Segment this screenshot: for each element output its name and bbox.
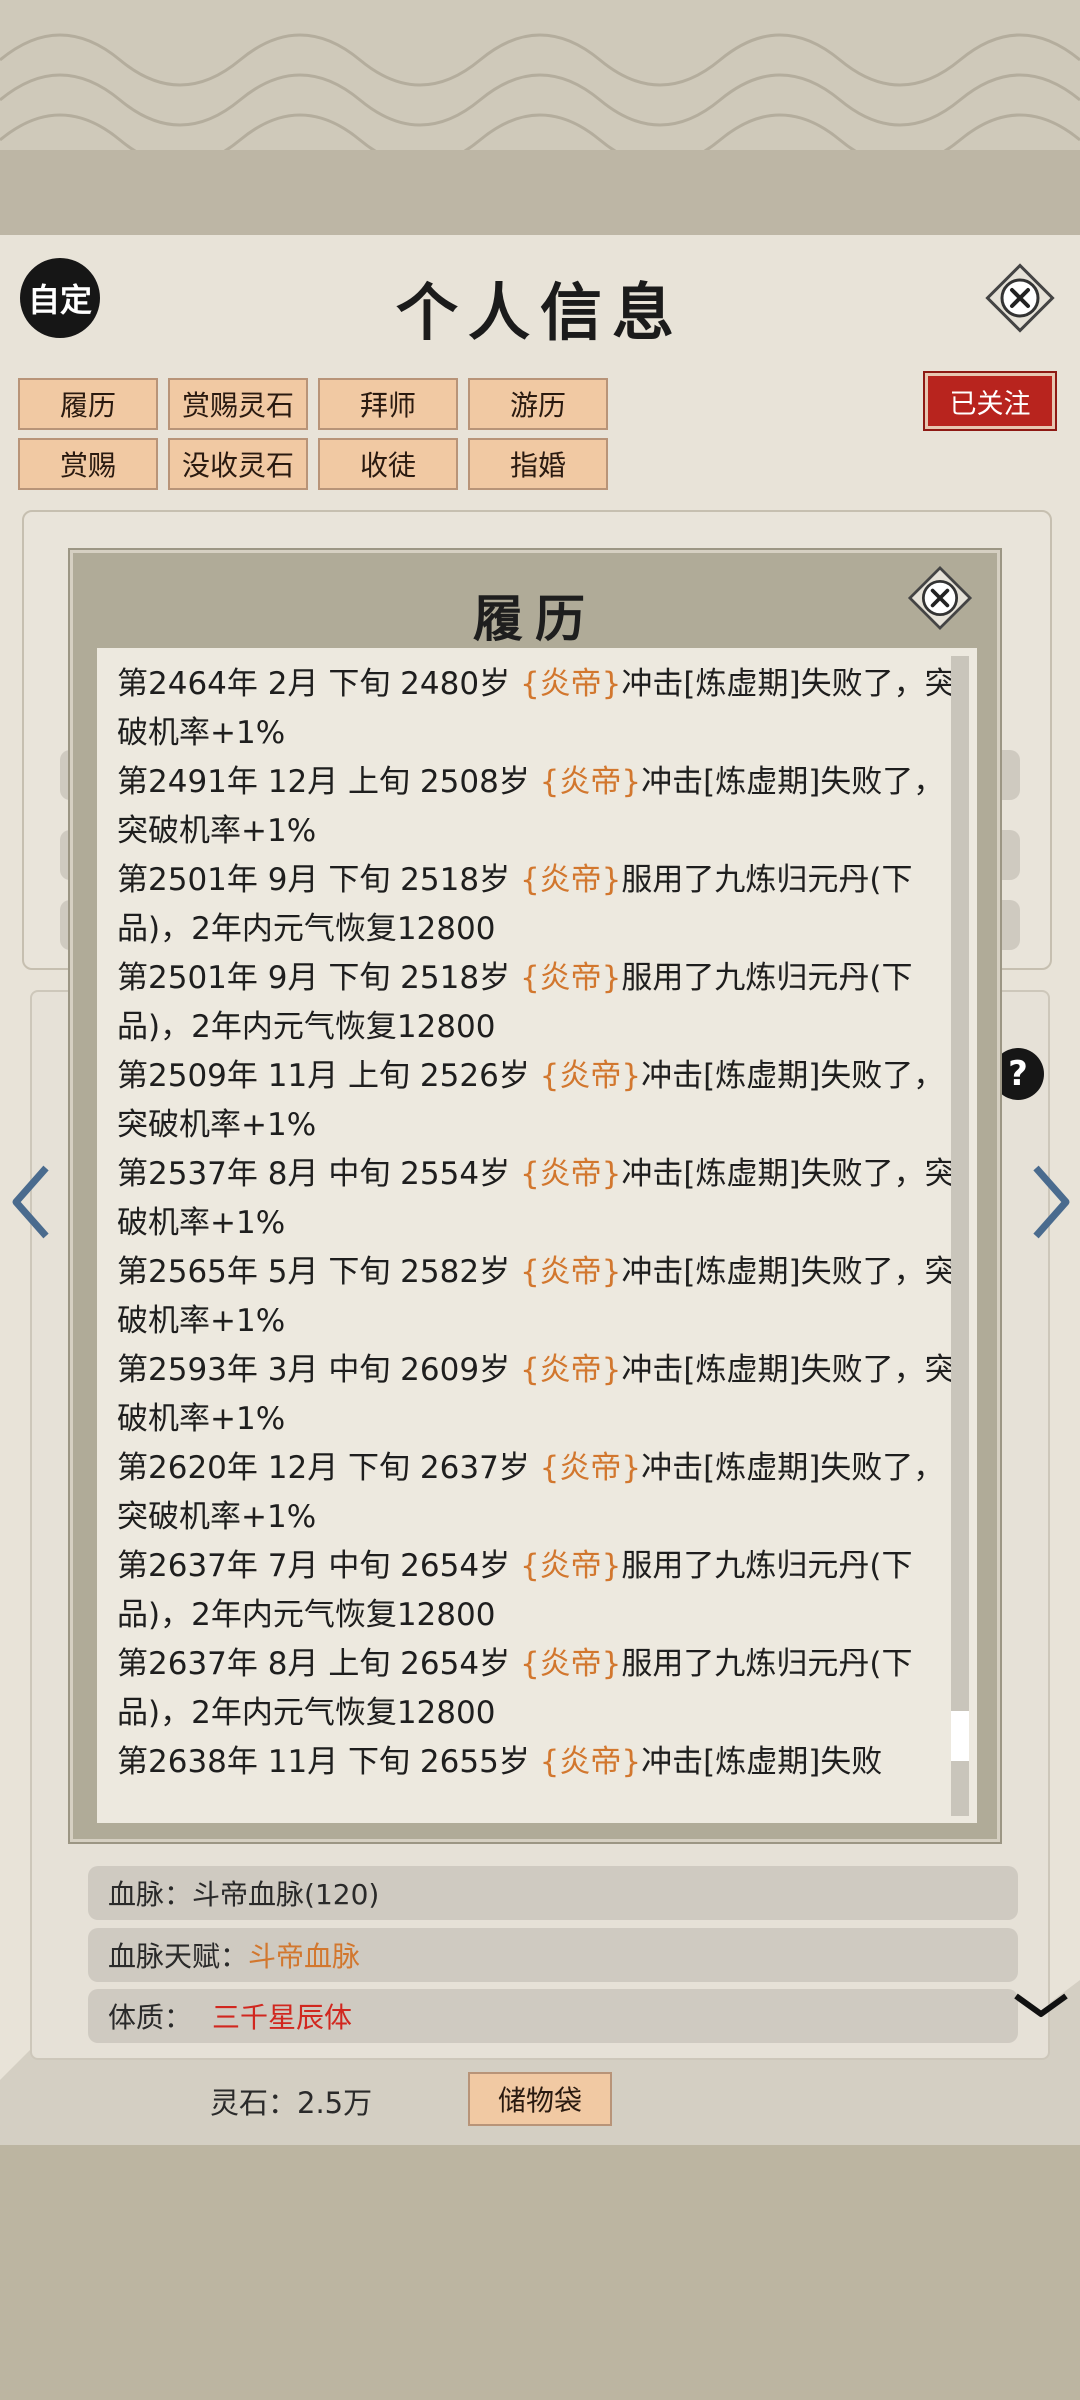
history-entry: 第2464年 2月 下旬 2480岁 {炎帝}冲击[炼虚期]失败了，突破机率+1… bbox=[117, 660, 957, 758]
history-entry: 第2593年 3月 中旬 2609岁 {炎帝}冲击[炼虚期]失败了，突破机率+1… bbox=[117, 1346, 957, 1444]
arrange-marriage-button[interactable]: 指婚 bbox=[468, 438, 608, 490]
history-entry: 第2620年 12月 下旬 2637岁 {炎帝}冲击[炼虚期]失败了，突破机率+… bbox=[117, 1444, 957, 1542]
history-entry-who: {炎帝} bbox=[519, 1156, 622, 1192]
history-entry-who: {炎帝} bbox=[539, 1058, 642, 1094]
travel-button[interactable]: 游历 bbox=[468, 378, 608, 430]
history-entry-who: {炎帝} bbox=[519, 1352, 622, 1388]
history-entry-post: 冲击[炼虚期]失败 bbox=[641, 1744, 883, 1780]
arrange-marriage-label: 指婚 bbox=[509, 449, 566, 482]
apprentice-button[interactable]: 拜师 bbox=[318, 378, 458, 430]
apprentice-label: 拜师 bbox=[359, 389, 416, 422]
history-entry: 第2565年 5月 下旬 2582岁 {炎帝}冲击[炼虚期]失败了，突破机率+1… bbox=[117, 1248, 957, 1346]
bloodline-talent-label: 血脉天赋： bbox=[108, 1940, 249, 1973]
history-entry-who: {炎帝} bbox=[519, 1646, 622, 1682]
history-entry-pre: 第2501年 9月 下旬 2518岁 bbox=[117, 960, 520, 996]
history-entry-pre: 第2638年 11月 下旬 2655岁 bbox=[117, 1744, 540, 1780]
history-button[interactable]: 履历 bbox=[18, 378, 158, 430]
reward-button[interactable]: 赏赐 bbox=[18, 438, 158, 490]
history-entry: 第2501年 9月 下旬 2518岁 {炎帝}服用了九炼归元丹(下品)，2年内元… bbox=[117, 954, 957, 1052]
history-entry-pre: 第2509年 11月 上旬 2526岁 bbox=[117, 1058, 540, 1094]
history-entry: 第2637年 8月 上旬 2654岁 {炎帝}服用了九炼归元丹(下品)，2年内元… bbox=[117, 1640, 957, 1738]
bloodline-talent-value[interactable]: 斗帝血脉 bbox=[248, 1935, 360, 1975]
chevron-left-icon[interactable] bbox=[8, 1162, 54, 1242]
chevron-right-icon[interactable] bbox=[1028, 1162, 1074, 1242]
history-entry: 第2491年 12月 上旬 2508岁 {炎帝}冲击[炼虚期]失败了，突破机率+… bbox=[117, 758, 957, 856]
scrollbar-thumb[interactable] bbox=[951, 1711, 969, 1761]
bottom-band bbox=[0, 2145, 1080, 2400]
storage-bag-label: 储物袋 bbox=[497, 2084, 582, 2117]
modal-title: 履历 bbox=[473, 589, 597, 648]
confiscate-stones-label: 没收灵石 bbox=[181, 449, 294, 482]
storage-bag-button[interactable]: 储物袋 bbox=[468, 2072, 612, 2126]
spirit-stones: 灵石：2.5万 bbox=[210, 2086, 373, 2120]
history-entry-who: {炎帝} bbox=[519, 1548, 622, 1584]
bloodline-label: 血脉： bbox=[108, 1878, 193, 1911]
physique-row: 体质： 三千星辰体 bbox=[88, 1989, 1018, 2043]
history-label: 履历 bbox=[59, 389, 116, 422]
physique-value[interactable]: 三千星辰体 bbox=[212, 1996, 352, 2036]
reward-stones-button[interactable]: 赏赐灵石 bbox=[168, 378, 308, 430]
take-disciple-button[interactable]: 收徒 bbox=[318, 438, 458, 490]
history-entry-who: {炎帝} bbox=[519, 1254, 622, 1290]
history-entry-who: {炎帝} bbox=[539, 1744, 642, 1780]
reward-stones-label: 赏赐灵石 bbox=[181, 389, 294, 422]
history-entry-pre: 第2537年 8月 中旬 2554岁 bbox=[117, 1156, 520, 1192]
history-entry: 第2501年 9月 下旬 2518岁 {炎帝}服用了九炼归元丹(下品)，2年内元… bbox=[117, 856, 957, 954]
close-icon[interactable] bbox=[980, 258, 1060, 338]
follow-button[interactable]: 已关注 bbox=[923, 371, 1057, 431]
history-entry: 第2638年 11月 下旬 2655岁 {炎帝}冲击[炼虚期]失败 bbox=[117, 1738, 957, 1787]
chevron-down-icon[interactable] bbox=[1012, 1990, 1070, 2020]
history-entry-pre: 第2593年 3月 中旬 2609岁 bbox=[117, 1352, 520, 1388]
scrollbar[interactable] bbox=[951, 656, 969, 1816]
history-list: 第2464年 2月 下旬 2480岁 {炎帝}冲击[炼虚期]失败了，突破机率+1… bbox=[117, 660, 957, 1787]
bloodline-row: 血脉： 斗帝血脉(120) bbox=[88, 1866, 1018, 1920]
history-entry-pre: 第2637年 7月 中旬 2654岁 bbox=[117, 1548, 520, 1584]
cloud-pattern bbox=[0, 0, 1080, 150]
history-entry-pre: 第2464年 2月 下旬 2480岁 bbox=[117, 666, 520, 702]
bloodline-talent-row: 血脉天赋： 斗帝血脉 bbox=[88, 1928, 1018, 1982]
history-entry: 第2637年 7月 中旬 2654岁 {炎帝}服用了九炼归元丹(下品)，2年内元… bbox=[117, 1542, 957, 1640]
reward-label: 赏赐 bbox=[59, 449, 116, 482]
page-title: 个人信息 bbox=[395, 276, 684, 349]
follow-label: 已关注 bbox=[949, 388, 1031, 420]
history-entry-who: {炎帝} bbox=[519, 960, 622, 996]
history-entry-pre: 第2491年 12月 上旬 2508岁 bbox=[117, 764, 540, 800]
history-entry-pre: 第2565年 5月 下旬 2582岁 bbox=[117, 1254, 520, 1290]
physique-label: 体质： bbox=[108, 2001, 193, 2034]
take-disciple-label: 收徒 bbox=[359, 449, 416, 482]
history-entry-who: {炎帝} bbox=[519, 862, 622, 898]
history-modal: 履历 第2464年 2月 下旬 2480岁 {炎帝}冲击[炼虚期]失败了，突破机… bbox=[70, 550, 1000, 1842]
history-entry-who: {炎帝} bbox=[539, 764, 642, 800]
history-entry-pre: 第2637年 8月 上旬 2654岁 bbox=[117, 1646, 520, 1682]
history-entry-pre: 第2620年 12月 下旬 2637岁 bbox=[117, 1450, 540, 1486]
history-entry-pre: 第2501年 9月 下旬 2518岁 bbox=[117, 862, 520, 898]
history-entry-who: {炎帝} bbox=[539, 1450, 642, 1486]
history-entry: 第2537年 8月 中旬 2554岁 {炎帝}冲击[炼虚期]失败了，突破机率+1… bbox=[117, 1150, 957, 1248]
history-list-container[interactable]: 第2464年 2月 下旬 2480岁 {炎帝}冲击[炼虚期]失败了，突破机率+1… bbox=[97, 648, 977, 1823]
confiscate-stones-button[interactable]: 没收灵石 bbox=[168, 438, 308, 490]
history-entry: 第2509年 11月 上旬 2526岁 {炎帝}冲击[炼虚期]失败了，突破机率+… bbox=[117, 1052, 957, 1150]
history-entry-who: {炎帝} bbox=[519, 666, 622, 702]
travel-label: 游历 bbox=[509, 389, 566, 422]
close-icon[interactable] bbox=[903, 561, 977, 635]
bloodline-value: 斗帝血脉(120) bbox=[192, 1878, 380, 1911]
